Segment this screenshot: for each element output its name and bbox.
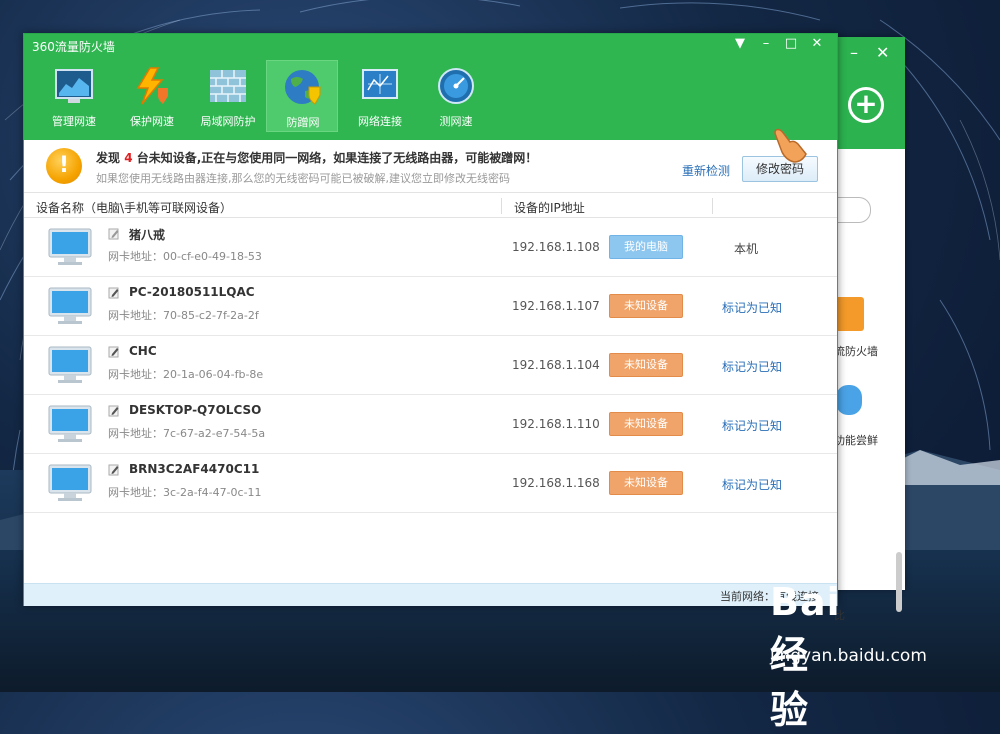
column-divider: [712, 198, 713, 214]
mac-address: 网卡地址：20-1a-06-04-fb-8e: [108, 368, 264, 381]
device-name: BRN3C2AF4470C11: [129, 462, 260, 476]
device-name: DESKTOP-Q7OLCSO: [129, 403, 262, 417]
local-label: 本机: [734, 242, 759, 256]
status-badge: 未知设备: [609, 412, 683, 436]
speed-chart-icon: [55, 69, 93, 103]
mac-address: 网卡地址：70-85-c2-7f-2a-2f: [108, 309, 259, 322]
edit-icon[interactable]: [108, 287, 120, 299]
firewall-window: 360流量防火墙 ▼ – □ ✕ 管理网速 保护网速 局域网防护 防蹭网 网络连…: [23, 33, 838, 606]
device-name: PC-20180511LQAC: [129, 285, 255, 299]
feature-icon[interactable]: [836, 385, 862, 415]
ip-address: 192.168.1.108: [512, 240, 600, 254]
mac-address: 网卡地址：3c-2a-f4-47-0c-11: [108, 486, 262, 499]
ip-address: 192.168.1.107: [512, 299, 600, 313]
computer-icon: [48, 228, 92, 265]
alert-message: 发现 4 台未知设备,正在与您使用同一网络，如果连接了无线路由器，可能被蹭网！: [96, 151, 538, 165]
mark-known-link[interactable]: 标记为已知: [722, 476, 782, 493]
device-name: 猪八戒: [129, 228, 166, 242]
watermark-url: jingyan.baidu.com: [770, 646, 927, 666]
tab-label: 防蹭网: [286, 116, 320, 129]
close-icon[interactable]: ✕: [876, 43, 889, 62]
menu-dropdown-icon[interactable]: ▼: [730, 36, 750, 51]
brick-wall-icon: [210, 70, 246, 102]
status-badge: 未知设备: [609, 294, 683, 318]
edit-icon[interactable]: [108, 464, 120, 476]
ip-address: 192.168.1.168: [512, 476, 600, 490]
redetect-link[interactable]: 重新检测: [682, 162, 730, 179]
bg-item-label: 功能尝鲜: [834, 434, 878, 447]
computer-icon: [48, 464, 92, 501]
alert-banner: ! 发现 4 台未知设备,正在与您使用同一网络，如果连接了无线路由器，可能被蹭网…: [24, 140, 837, 193]
column-header-device: 设备名称（电脑\手机等可联网设备）: [36, 201, 233, 215]
ip-address: 192.168.1.104: [512, 358, 600, 372]
tab-protect-speed[interactable]: 保护网速: [116, 60, 188, 132]
column-header-ip: 设备的IP地址: [514, 201, 585, 215]
table-row: PC-20180511LQAC 网卡地址：70-85-c2-7f-2a-2f 1…: [24, 277, 837, 336]
title-bar: 360流量防火墙 ▼ – □ ✕ 管理网速 保护网速 局域网防护 防蹭网 网络连…: [24, 34, 837, 140]
tab-speed-test[interactable]: 测网速: [420, 60, 492, 132]
table-row: BRN3C2AF4470C11 网卡地址：3c-2a-f4-47-0c-11 1…: [24, 454, 837, 513]
computer-icon: [48, 346, 92, 383]
status-badge: 未知设备: [609, 353, 683, 377]
scrollbar[interactable]: [896, 552, 902, 612]
tab-label: 测网速: [439, 115, 473, 128]
tab-label: 保护网速: [130, 115, 174, 128]
tab-label: 管理网速: [52, 115, 96, 128]
mark-known-link[interactable]: 标记为已知: [722, 358, 782, 375]
ip-address: 192.168.1.110: [512, 417, 600, 431]
network-monitor-icon: [362, 69, 398, 99]
tab-label: 局域网防护: [200, 115, 256, 128]
status-bar: 当前网络：有线连接: [24, 583, 837, 606]
table-row: 猪八戒 网卡地址：00-cf-e0-49-18-53 192.168.1.108…: [24, 218, 837, 277]
status-badge: 我的电脑: [609, 235, 683, 259]
status-badge: 未知设备: [609, 471, 683, 495]
mac-address: 网卡地址：7c-67-a2-e7-54-5a: [108, 427, 266, 440]
minimize-icon[interactable]: –: [756, 36, 776, 51]
edit-icon[interactable]: [108, 346, 120, 358]
mark-known-link[interactable]: 标记为已知: [722, 299, 782, 316]
unknown-device-count: 4: [124, 151, 133, 165]
device-name: CHC: [129, 344, 157, 358]
table-row: CHC 网卡地址：20-1a-06-04-fb-8e 192.168.1.104…: [24, 336, 837, 395]
mac-address: 网卡地址：00-cf-e0-49-18-53: [108, 250, 262, 263]
hand-cursor-icon: [774, 128, 807, 163]
tab-manage-speed[interactable]: 管理网速: [38, 60, 110, 132]
computer-icon: [48, 405, 92, 442]
table-header: 设备名称（电脑\手机等可联网设备） 设备的IP地址: [24, 195, 837, 218]
lightning-shield-icon: [136, 67, 168, 105]
maximize-icon[interactable]: □: [781, 36, 801, 51]
firewall-icon[interactable]: [834, 297, 864, 331]
edit-icon[interactable]: [108, 405, 120, 417]
alert-advice: 如果您使用无线路由器连接,那么您的无线密码可能已被破解,建议您立即修改无线密码: [96, 172, 510, 185]
tab-lan-protection[interactable]: 局域网防护: [192, 60, 264, 132]
window-title: 360流量防火墙: [32, 40, 115, 54]
computer-icon: [48, 287, 92, 324]
tab-network-connections[interactable]: 网络连接: [344, 60, 416, 132]
add-icon[interactable]: +: [848, 87, 884, 123]
table-row: DESKTOP-Q7OLCSO 网卡地址：7c-67-a2-e7-54-5a 1…: [24, 395, 837, 454]
mark-known-link[interactable]: 标记为已知: [722, 417, 782, 434]
globe-shield-icon: [285, 70, 321, 105]
minimize-icon[interactable]: –: [850, 43, 858, 62]
column-divider: [501, 198, 502, 214]
device-list: 猪八戒 网卡地址：00-cf-e0-49-18-53 192.168.1.108…: [24, 218, 837, 513]
warning-icon: !: [46, 148, 82, 184]
bg-item-label: 流防火墙: [834, 345, 878, 358]
speedometer-icon: [438, 68, 474, 104]
tab-anti-leech[interactable]: 防蹭网: [266, 60, 338, 132]
tab-label: 网络连接: [358, 115, 402, 128]
edit-icon[interactable]: [108, 228, 120, 240]
close-icon[interactable]: ✕: [807, 36, 827, 51]
